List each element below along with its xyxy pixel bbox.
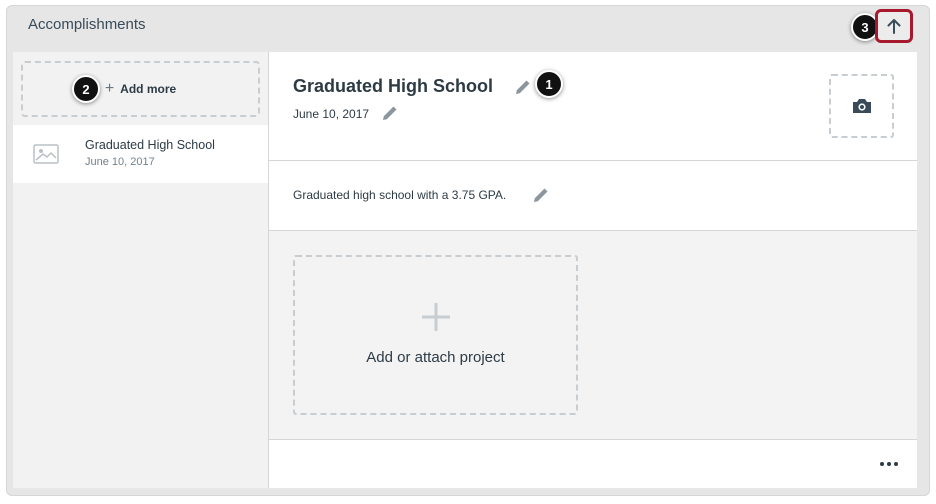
more-options-icon[interactable] bbox=[875, 456, 903, 472]
image-placeholder-icon bbox=[33, 144, 59, 164]
edit-date-pencil-icon[interactable] bbox=[380, 103, 400, 123]
detail-footer bbox=[269, 440, 917, 488]
add-more-button[interactable]: + Add more bbox=[21, 61, 260, 117]
list-item-date: June 10, 2017 bbox=[85, 156, 155, 168]
add-project-label: Add or attach project bbox=[366, 349, 505, 366]
description-row: Graduated high school with a 3.75 GPA. bbox=[269, 161, 917, 231]
add-project-button[interactable]: Add or attach project bbox=[293, 255, 578, 415]
dot bbox=[894, 462, 898, 466]
detail-header: Graduated High School 1 June 10, 2017 bbox=[269, 52, 917, 161]
camera-icon bbox=[852, 99, 871, 113]
edit-description-pencil-icon[interactable] bbox=[531, 185, 551, 205]
list-item[interactable]: Graduated High School June 10, 2017 bbox=[13, 125, 268, 183]
plus-icon bbox=[422, 303, 450, 331]
accomplishments-panel: Accomplishments 3 + Add more 2 Graduated… bbox=[6, 5, 930, 496]
projects-area: Add or attach project bbox=[269, 231, 917, 440]
panel-title: Accomplishments bbox=[28, 16, 146, 33]
callout-badge-1: 1 bbox=[535, 70, 563, 98]
accomplishment-detail: Graduated High School 1 June 10, 2017 Gr… bbox=[268, 52, 917, 488]
callout-badge-2: 2 bbox=[72, 75, 100, 103]
list-item-title: Graduated High School bbox=[85, 138, 215, 152]
arrow-up-icon bbox=[887, 19, 901, 34]
add-more-label: Add more bbox=[120, 82, 177, 96]
accomplishments-sidebar: + Add more 2 Graduated High School June … bbox=[13, 52, 268, 488]
upload-image-button[interactable] bbox=[829, 74, 894, 138]
accomplishment-date: June 10, 2017 bbox=[293, 107, 370, 121]
accomplishment-description: Graduated high school with a 3.75 GPA. bbox=[293, 188, 507, 202]
dot bbox=[887, 462, 891, 466]
plus-icon: + bbox=[104, 80, 115, 97]
accomplishment-title: Graduated High School bbox=[293, 76, 494, 96]
panel-header: Accomplishments 3 bbox=[7, 6, 929, 50]
edit-title-pencil-icon[interactable] bbox=[513, 77, 533, 97]
dot bbox=[880, 462, 884, 466]
collapse-up-button[interactable] bbox=[875, 9, 913, 43]
